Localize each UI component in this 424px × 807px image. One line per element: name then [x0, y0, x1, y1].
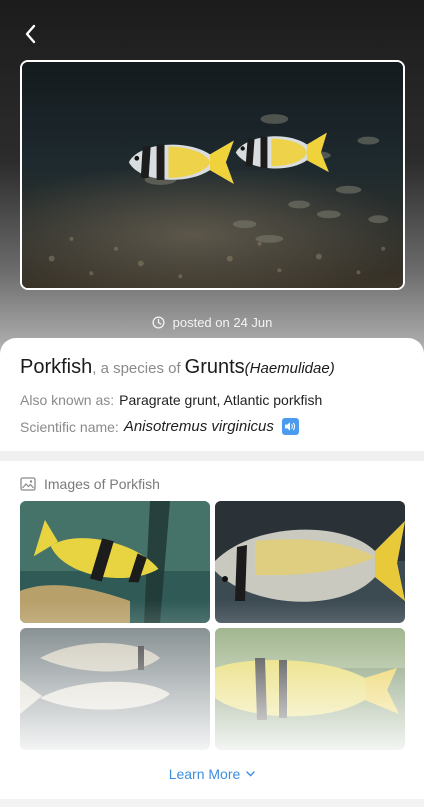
clock-icon — [152, 315, 165, 329]
posted-date: posted on 24 Jun — [0, 312, 424, 332]
species-info-card: Porkfish , a species of Grunts (Haemulid… — [0, 338, 424, 460]
main-fish-photo[interactable] — [20, 60, 405, 290]
family-latin-name: (Haemulidae) — [244, 360, 335, 377]
posted-text: posted on 24 Jun — [172, 314, 273, 330]
pronounce-button[interactable] — [281, 418, 299, 435]
scientific-name-row: Scientific name: Anisotremus virginicus — [20, 418, 299, 435]
species-title: Porkfish , a species of Grunts (Haemulid… — [20, 356, 335, 379]
sci-label: Scientific name: — [20, 418, 119, 435]
speaker-icon — [285, 422, 296, 431]
section-divider — [0, 451, 424, 461]
family-name[interactable]: Grunts — [185, 356, 245, 379]
aka-value: Paragrate grunt, Atlantic porkfish — [119, 392, 323, 408]
species-of-text: , a species of — [92, 360, 181, 377]
chevron-down-icon — [246, 771, 255, 777]
chevron-left-icon — [25, 24, 36, 44]
bottom-separator — [0, 799, 424, 807]
images-grid — [20, 501, 405, 751]
species-name: Porkfish — [20, 356, 93, 378]
image-tile[interactable] — [20, 628, 210, 750]
sci-value: Anisotremus virginicus — [123, 418, 274, 435]
back-button[interactable] — [12, 16, 48, 52]
image-tile[interactable] — [215, 501, 405, 623]
learn-more-button[interactable]: Learn More — [0, 764, 424, 784]
learn-more-label: Learn More — [168, 766, 241, 782]
images-section-header: Images of Porkfish — [20, 476, 160, 492]
image-tile[interactable] — [215, 628, 405, 750]
image-tile[interactable] — [20, 501, 210, 623]
image-icon — [20, 477, 36, 491]
aka-label: Also known as: — [20, 392, 115, 408]
images-header-text: Images of Porkfish — [44, 476, 160, 492]
also-known-as-row: Also known as: Paragrate grunt, Atlantic… — [20, 392, 322, 408]
